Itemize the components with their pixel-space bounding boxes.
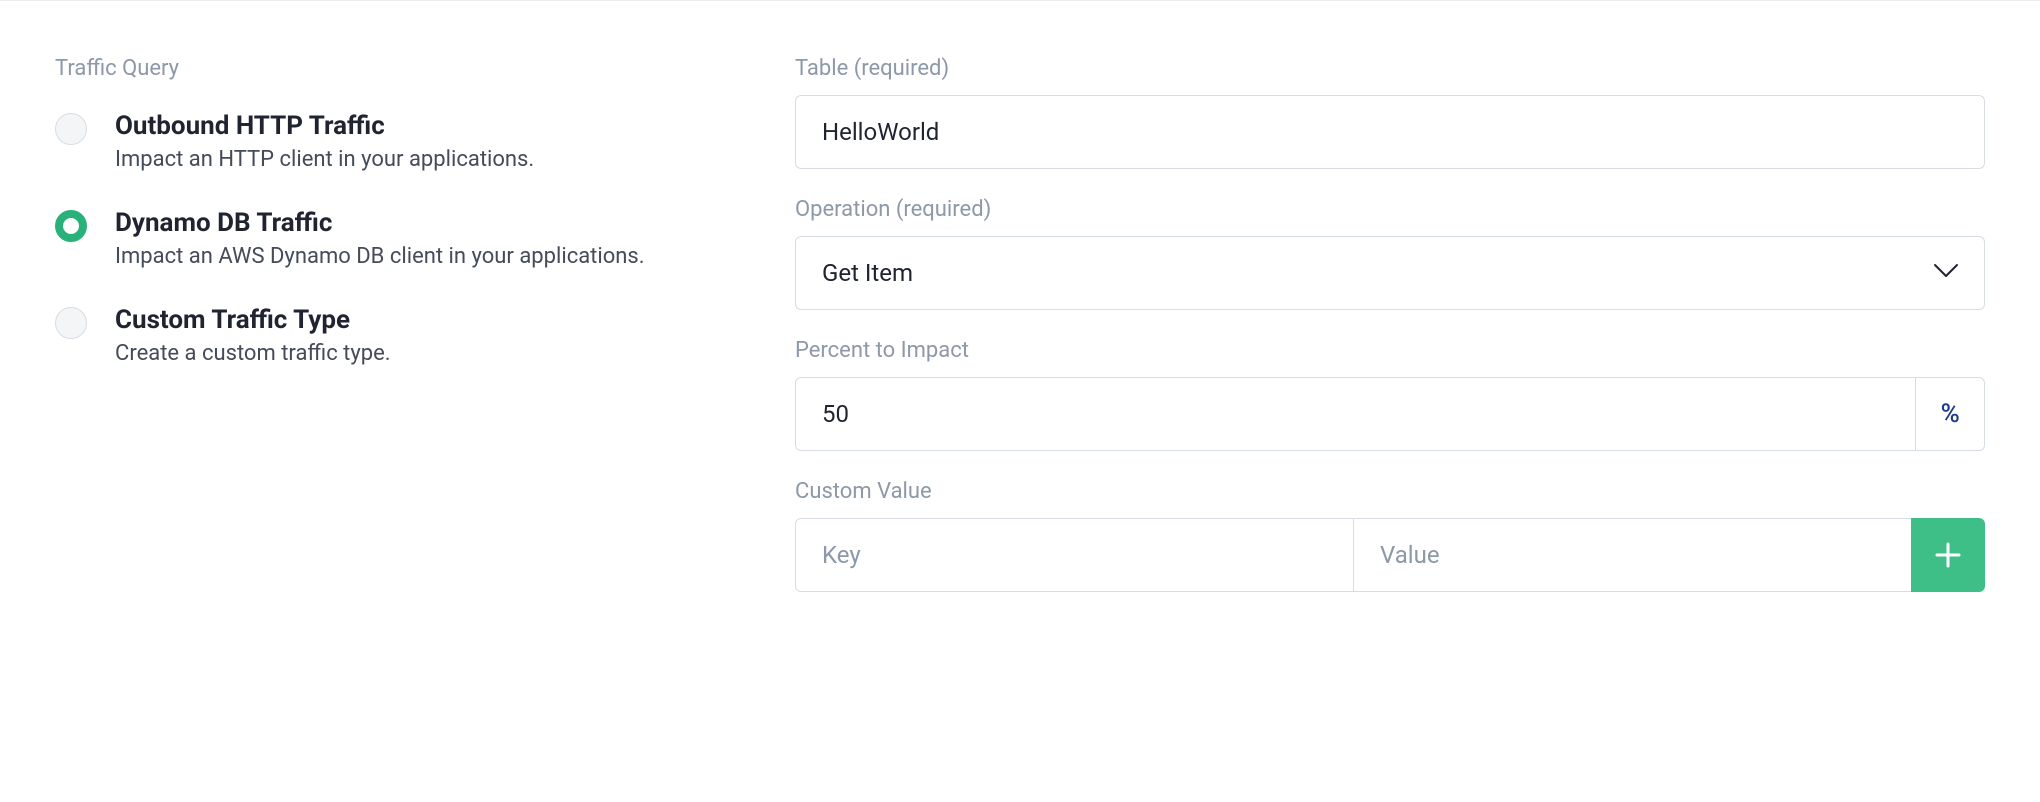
table-input[interactable] [795, 95, 1985, 169]
plus-icon [1933, 540, 1963, 570]
custom-value-input[interactable] [1353, 518, 1911, 592]
radio-title: Dynamo DB Traffic [115, 208, 645, 238]
percent-input[interactable] [795, 377, 1915, 451]
radio-desc: Impact an AWS Dynamo DB client in your a… [115, 244, 645, 269]
add-button[interactable] [1911, 518, 1985, 592]
radio-option-outbound-http[interactable]: Outbound HTTP Traffic Impact an HTTP cli… [55, 111, 775, 172]
operation-label: Operation (required) [795, 197, 1985, 222]
percent-label: Percent to Impact [795, 338, 1985, 363]
traffic-query-label: Traffic Query [55, 56, 775, 81]
custom-key-input[interactable] [795, 518, 1353, 592]
operation-select[interactable]: Get Item [795, 236, 1985, 310]
percent-unit: % [1915, 377, 1985, 451]
radio-option-dynamo-db[interactable]: Dynamo DB Traffic Impact an AWS Dynamo D… [55, 208, 775, 269]
radio-title: Custom Traffic Type [115, 305, 391, 335]
custom-value-label: Custom Value [795, 479, 1985, 504]
radio-icon [55, 113, 87, 145]
radio-icon [55, 210, 87, 242]
radio-option-custom-traffic[interactable]: Custom Traffic Type Create a custom traf… [55, 305, 775, 366]
radio-desc: Impact an HTTP client in your applicatio… [115, 147, 534, 172]
radio-desc: Create a custom traffic type. [115, 341, 391, 366]
radio-title: Outbound HTTP Traffic [115, 111, 534, 141]
radio-icon [55, 307, 87, 339]
table-label: Table (required) [795, 56, 1985, 81]
